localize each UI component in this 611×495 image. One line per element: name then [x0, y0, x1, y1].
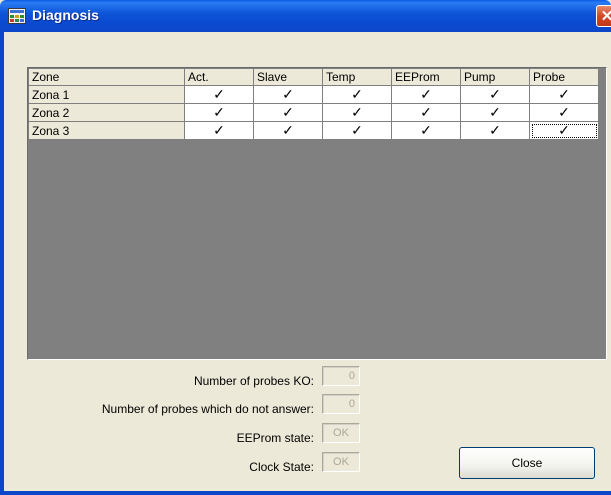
clock-state-field: OK	[322, 452, 360, 472]
check-cell[interactable]: ✓	[253, 103, 323, 122]
title-bar[interactable]: Diagnosis ✕	[0, 0, 611, 32]
table-row: Zona 3 ✓ ✓ ✓ ✓ ✓ ✓	[28, 121, 599, 140]
column-header-zone[interactable]: Zone	[28, 68, 185, 86]
check-cell[interactable]: ✓	[391, 85, 461, 104]
row-header-zone[interactable]: Zona 2	[28, 103, 185, 122]
window-frame-bottom	[0, 491, 611, 495]
column-header-eeprom[interactable]: EEProm	[391, 68, 461, 86]
eeprom-state-field: OK	[322, 423, 360, 443]
check-cell-focused[interactable]: ✓	[529, 121, 599, 140]
check-cell[interactable]: ✓	[253, 121, 323, 140]
check-cell[interactable]: ✓	[460, 121, 530, 140]
check-cell[interactable]: ✓	[529, 85, 599, 104]
check-cell[interactable]: ✓	[460, 103, 530, 122]
column-header-pump[interactable]: Pump	[460, 68, 530, 86]
close-window-button[interactable]: ✕	[596, 5, 611, 27]
check-cell[interactable]: ✓	[322, 85, 392, 104]
check-cell[interactable]: ✓	[184, 103, 254, 122]
window-frame-left	[0, 32, 4, 495]
column-header-slave[interactable]: Slave	[253, 68, 323, 86]
window-title: Diagnosis	[32, 7, 99, 23]
row-header-zone[interactable]: Zona 1	[28, 85, 185, 104]
probes-ko-field: 0	[322, 366, 360, 386]
close-icon: ✕	[600, 8, 611, 25]
check-cell[interactable]: ✓	[529, 103, 599, 122]
diagnosis-window: Diagnosis ✕ Zone Act. Slave Temp EEProm …	[0, 0, 611, 495]
check-cell[interactable]: ✓	[184, 121, 254, 140]
check-cell[interactable]: ✓	[322, 103, 392, 122]
table-header-row: Zone Act. Slave Temp EEProm Pump Probe	[28, 68, 599, 86]
column-header-probe[interactable]: Probe	[529, 68, 599, 86]
close-button[interactable]: Close	[459, 447, 595, 479]
check-cell[interactable]: ✓	[253, 85, 323, 104]
table-row: Zona 1 ✓ ✓ ✓ ✓ ✓ ✓	[28, 85, 599, 104]
diagnosis-grid[interactable]: Zone Act. Slave Temp EEProm Pump Probe Z…	[27, 67, 607, 360]
check-cell[interactable]: ✓	[391, 121, 461, 140]
table-row: Zona 2 ✓ ✓ ✓ ✓ ✓ ✓	[28, 103, 599, 122]
clock-state-label: Clock State:	[249, 460, 314, 474]
column-header-temp[interactable]: Temp	[322, 68, 392, 86]
app-icon	[8, 8, 26, 24]
column-header-act[interactable]: Act.	[184, 68, 254, 86]
diagnosis-table: Zone Act. Slave Temp EEProm Pump Probe Z…	[28, 68, 599, 140]
check-cell[interactable]: ✓	[460, 85, 530, 104]
probes-ko-label: Number of probes KO:	[193, 374, 314, 388]
row-header-zone[interactable]: Zona 3	[28, 121, 185, 140]
probes-no-answer-label: Number of probes which do not answer:	[101, 402, 314, 416]
eeprom-state-label: EEProm state:	[236, 431, 314, 445]
probes-no-answer-field: 0	[322, 394, 360, 414]
check-cell[interactable]: ✓	[391, 103, 461, 122]
check-cell[interactable]: ✓	[322, 121, 392, 140]
check-cell[interactable]: ✓	[184, 85, 254, 104]
